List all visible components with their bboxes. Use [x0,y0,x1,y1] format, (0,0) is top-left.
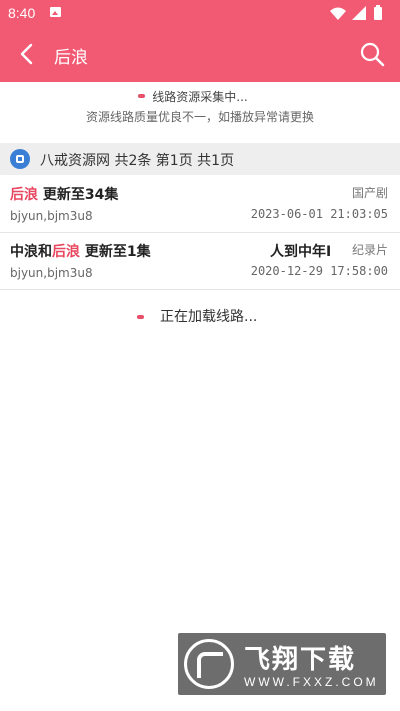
watermark-brand: 飞翔下载 [244,645,357,675]
loading-indicator: 正在加载线路... [0,304,400,328]
collection-notice: 线路资源采集中... 资源线路质量优良不一，如播放异常请更换 [0,82,400,140]
result-row[interactable]: 中浪和后浪 更新至1集 人到中年I 纪录片 bjyun,bjm3u8 2020-… [0,233,400,290]
result-title: 后浪 更新至34集 [10,184,118,204]
source-header: 八戒资源网 共2条 第1页 共1页 [0,143,400,175]
wifi-icon [330,7,346,20]
result-date: 2020-12-29 17:58:00 [250,264,388,278]
result-type: 纪录片 [351,243,388,257]
back-arrow-icon[interactable] [14,40,42,68]
result-source: bjyun,bjm3u8 [10,209,93,223]
watermark: 飞翔下载 WWW.FXXZ.COM [178,633,386,695]
loading-spinner-icon [137,315,144,319]
signal-icon [352,6,366,20]
result-type: 国产剧 [351,186,388,200]
result-date: 2023-06-01 21:03:05 [250,207,388,221]
title-highlight: 后浪 [52,244,80,260]
result-source: bjyun,bjm3u8 [10,266,93,280]
status-time: 8:40 [8,5,36,21]
result-row[interactable]: 后浪 更新至34集 国产剧 bjyun,bjm3u8 2023-06-01 21… [0,176,400,233]
title-prefix: 中浪和 [10,244,52,260]
title-highlight: 后浪 [10,187,38,203]
source-header-text: 八戒资源网 共2条 第1页 共1页 [40,153,235,169]
title-rest: 更新至1集 [80,244,151,260]
watermark-site: WWW.FXXZ.COM [244,675,379,689]
loading-text: 正在加载线路... [160,309,258,325]
result-actors: 人到中年I [270,244,332,260]
source-badge-icon [10,149,30,169]
search-icon[interactable] [358,40,386,68]
status-bar: 8:40 [0,0,400,26]
result-title: 中浪和后浪 更新至1集 [10,241,151,261]
status-icons [330,5,382,20]
notice-line-1: 线路资源采集中... [152,90,248,104]
image-notification-icon [50,7,61,17]
watermark-logo-icon [184,639,234,689]
battery-icon [374,7,382,20]
title-rest: 更新至34集 [38,187,119,203]
app-bar: 后浪 [0,26,400,82]
notice-line-2: 资源线路质量优良不一，如播放异常请更换 [85,110,314,124]
page-title: 后浪 [54,48,88,68]
